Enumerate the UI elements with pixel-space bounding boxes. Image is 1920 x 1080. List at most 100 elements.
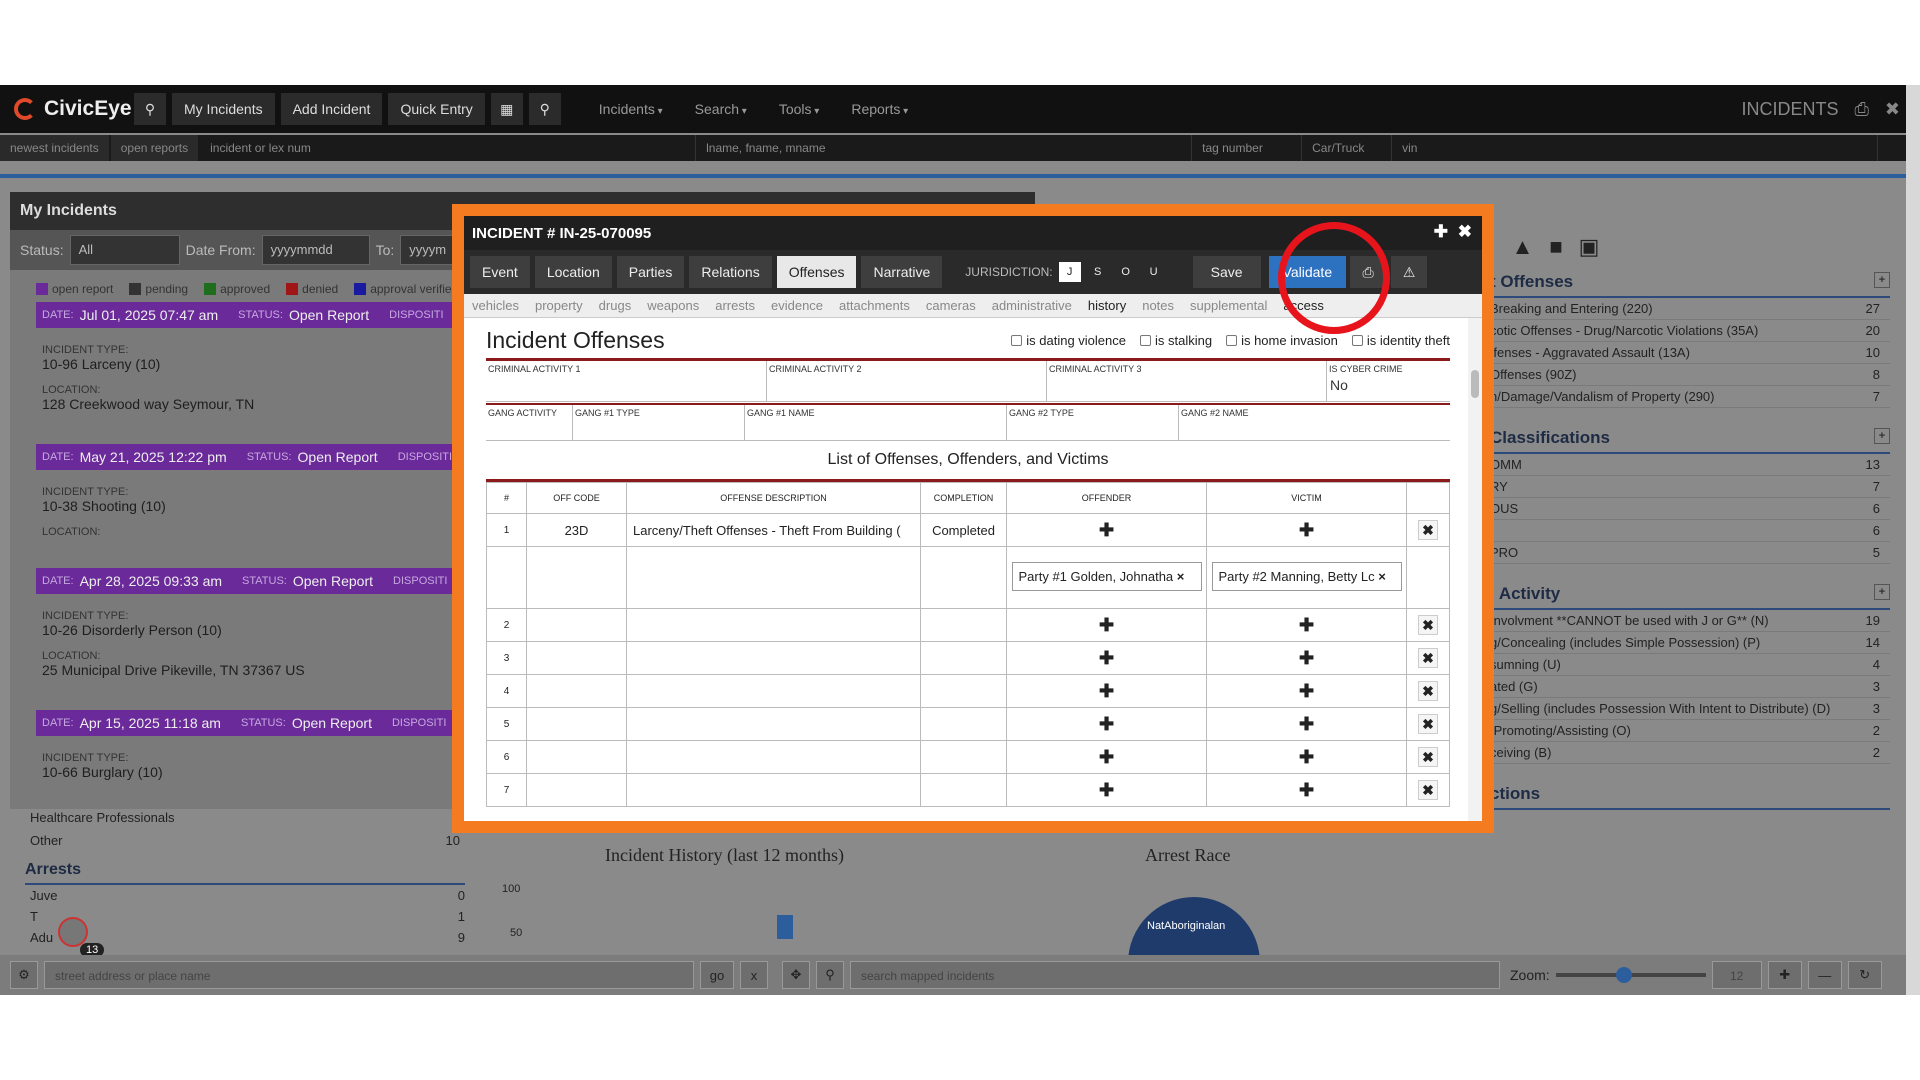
date-from-input[interactable]: yyyymmdd bbox=[261, 235, 370, 265]
open-reports-button[interactable]: open reports bbox=[110, 135, 199, 161]
add-offender-icon[interactable]: ✚ bbox=[1099, 648, 1114, 668]
warning-icon[interactable]: ⚠ bbox=[1391, 256, 1428, 288]
tab-parties[interactable]: Parties bbox=[616, 256, 685, 288]
stat-row[interactable]: 6 bbox=[1490, 520, 1890, 542]
gang-1-type-field[interactable]: GANG #1 TYPE bbox=[572, 405, 744, 440]
zoom-out-icon[interactable]: — bbox=[1807, 961, 1842, 989]
add-offender-icon[interactable]: ✚ bbox=[1099, 615, 1114, 635]
subtab-attachments[interactable]: attachments bbox=[839, 298, 910, 313]
table-row[interactable]: 4 ✚ ✚ ✖ bbox=[486, 674, 1450, 708]
scrollbar-thumb[interactable] bbox=[1471, 370, 1479, 398]
status-select[interactable]: All bbox=[69, 235, 180, 265]
gang-activity-field[interactable]: GANG ACTIVITY bbox=[486, 405, 572, 440]
table-row[interactable]: 2 ✚ ✚ ✖ bbox=[486, 608, 1450, 642]
jurisdiction-o[interactable]: O bbox=[1115, 262, 1137, 282]
vin-field[interactable]: vin bbox=[1392, 135, 1879, 161]
stat-row[interactable]: ffenses - Aggravated Assault (13A) 10 bbox=[1490, 342, 1890, 364]
gang-2-type-field[interactable]: GANG #2 TYPE bbox=[1006, 405, 1178, 440]
add-victim-icon[interactable]: ✚ bbox=[1299, 780, 1314, 800]
save-button[interactable]: Save bbox=[1192, 256, 1261, 288]
delete-row-icon[interactable]: ✖ bbox=[1418, 681, 1438, 701]
off-code-cell[interactable]: 23D bbox=[526, 513, 627, 547]
zoom-slider-thumb[interactable] bbox=[1615, 967, 1632, 983]
expand-icon[interactable]: + bbox=[1874, 428, 1890, 444]
criminal-activity-3-field[interactable]: CRIMINAL ACTIVITY 3 bbox=[1046, 361, 1326, 401]
my-incidents-button[interactable]: My Incidents bbox=[172, 93, 275, 125]
zoom-in-icon[interactable]: ✚ bbox=[1767, 961, 1802, 989]
subtab-cameras[interactable]: cameras bbox=[926, 298, 976, 313]
delete-row-icon[interactable]: ✖ bbox=[1418, 520, 1438, 540]
zoom-value[interactable]: 12 bbox=[1711, 961, 1762, 989]
search-icon[interactable]: ⚲ bbox=[134, 93, 166, 125]
name-field[interactable]: lname, fname, mname bbox=[696, 135, 1193, 161]
subtab-weapons[interactable]: weapons bbox=[647, 298, 699, 313]
stat-row[interactable]: OMM 13 bbox=[1490, 454, 1890, 476]
completion-cell[interactable]: Completed bbox=[920, 513, 1007, 547]
stat-row[interactable]: PRO 5 bbox=[1490, 542, 1890, 564]
table-row[interactable]: 7 ✚ ✚ ✖ bbox=[486, 773, 1450, 807]
map-pin-icon[interactable]: ⚲ bbox=[528, 93, 561, 125]
incidents-menu[interactable]: INCIDENTS bbox=[1741, 99, 1838, 120]
car-type-field[interactable]: Car/Truck bbox=[1302, 135, 1393, 161]
civiceye-logo[interactable]: CivicEye bbox=[14, 97, 134, 121]
address-input[interactable]: street address or place name bbox=[44, 961, 694, 989]
subtab-history[interactable]: history bbox=[1088, 298, 1126, 313]
tab-offenses[interactable]: Offenses bbox=[776, 256, 857, 288]
nav-reports[interactable]: Reports bbox=[851, 101, 908, 117]
newest-incidents-button[interactable]: newest incidents bbox=[0, 135, 109, 161]
settings-gear-icon[interactable]: ⚙ bbox=[10, 961, 38, 989]
add-offender-icon[interactable]: ✚ bbox=[1099, 714, 1114, 734]
delete-row-icon[interactable]: ✖ bbox=[1418, 615, 1438, 635]
close-icon[interactable]: ✖ bbox=[1458, 222, 1472, 242]
tab-narrative[interactable]: Narrative bbox=[861, 256, 943, 288]
add-victim-icon[interactable]: ✚ bbox=[1299, 615, 1314, 635]
report-icon[interactable]: ▣ bbox=[1579, 234, 1600, 260]
stat-row[interactable]: cotic Offenses - Drug/Narcotic Violation… bbox=[1490, 320, 1890, 342]
remove-icon[interactable]: × bbox=[1177, 569, 1185, 584]
stat-row[interactable]: ceiving (B) 2 bbox=[1490, 742, 1890, 764]
stat-row[interactable]: Involvment **CANNOT be used with J or G*… bbox=[1490, 610, 1890, 632]
add-icon[interactable]: ✚ bbox=[1434, 222, 1448, 242]
nav-search[interactable]: Search bbox=[695, 101, 747, 117]
incident-num-field[interactable]: incident or lex num bbox=[200, 135, 697, 161]
locate-icon[interactable]: ✥ bbox=[782, 961, 810, 989]
delete-row-icon[interactable]: ✖ bbox=[1418, 714, 1438, 734]
stat-row[interactable]: n/Damage/Vandalism of Property (290) 7 bbox=[1490, 386, 1890, 408]
search-mapped-input[interactable]: search mapped incidents bbox=[850, 961, 1500, 989]
gang-2-name-field[interactable]: GANG #2 NAME bbox=[1178, 405, 1450, 440]
stat-row[interactable]: ated (G) 3 bbox=[1490, 676, 1890, 698]
stat-row[interactable]: sumning (U) 4 bbox=[1490, 654, 1890, 676]
jurisdiction-j[interactable]: J bbox=[1058, 262, 1081, 282]
print-icon[interactable]: ⎙ bbox=[1855, 99, 1869, 120]
close-icon[interactable]: ✖ bbox=[1885, 99, 1900, 120]
subtab-supplemental[interactable]: supplemental bbox=[1190, 298, 1267, 313]
stat-row[interactable]: RY 7 bbox=[1490, 476, 1890, 498]
offender-tag[interactable]: Party #1 Golden, Johnatha × bbox=[1011, 561, 1202, 591]
jurisdiction-u[interactable]: U bbox=[1143, 262, 1165, 282]
map-icon[interactable]: ▲ bbox=[1512, 234, 1534, 260]
add-offender-icon[interactable]: ✚ bbox=[1099, 747, 1114, 767]
stat-row[interactable]: Offenses (90Z) 8 bbox=[1490, 364, 1890, 386]
document-icon[interactable]: ■ bbox=[1549, 234, 1562, 260]
add-victim-icon[interactable]: ✚ bbox=[1299, 747, 1314, 767]
jurisdiction-s[interactable]: S bbox=[1087, 262, 1109, 282]
nav-incidents[interactable]: Incidents bbox=[599, 101, 663, 117]
subtab-drugs[interactable]: drugs bbox=[599, 298, 632, 313]
table-row[interactable]: 3 ✚ ✚ ✖ bbox=[486, 641, 1450, 675]
calculator-icon[interactable]: ▦ bbox=[490, 93, 523, 125]
delete-row-icon[interactable]: ✖ bbox=[1418, 780, 1438, 800]
identity-theft-checkbox[interactable]: is identity theft bbox=[1351, 333, 1450, 348]
expand-icon[interactable]: + bbox=[1874, 272, 1890, 288]
table-row[interactable]: 6 ✚ ✚ ✖ bbox=[486, 740, 1450, 774]
stat-row[interactable]: g/Selling (includes Possession With Inte… bbox=[1490, 698, 1890, 720]
add-victim-icon[interactable]: ✚ bbox=[1299, 648, 1314, 668]
zoom-slider[interactable] bbox=[1555, 967, 1706, 983]
clear-button[interactable]: x bbox=[740, 961, 768, 989]
tab-location[interactable]: Location bbox=[534, 256, 612, 288]
stat-row[interactable]: /Promoting/Assisting (O) 2 bbox=[1490, 720, 1890, 742]
stat-row[interactable]: g/Concealing (includes Simple Possession… bbox=[1490, 632, 1890, 654]
page-scrollbar[interactable] bbox=[1906, 85, 1920, 995]
add-incident-button[interactable]: Add Incident bbox=[280, 93, 383, 125]
delete-row-icon[interactable]: ✖ bbox=[1418, 648, 1438, 668]
tab-relations[interactable]: Relations bbox=[689, 256, 772, 288]
